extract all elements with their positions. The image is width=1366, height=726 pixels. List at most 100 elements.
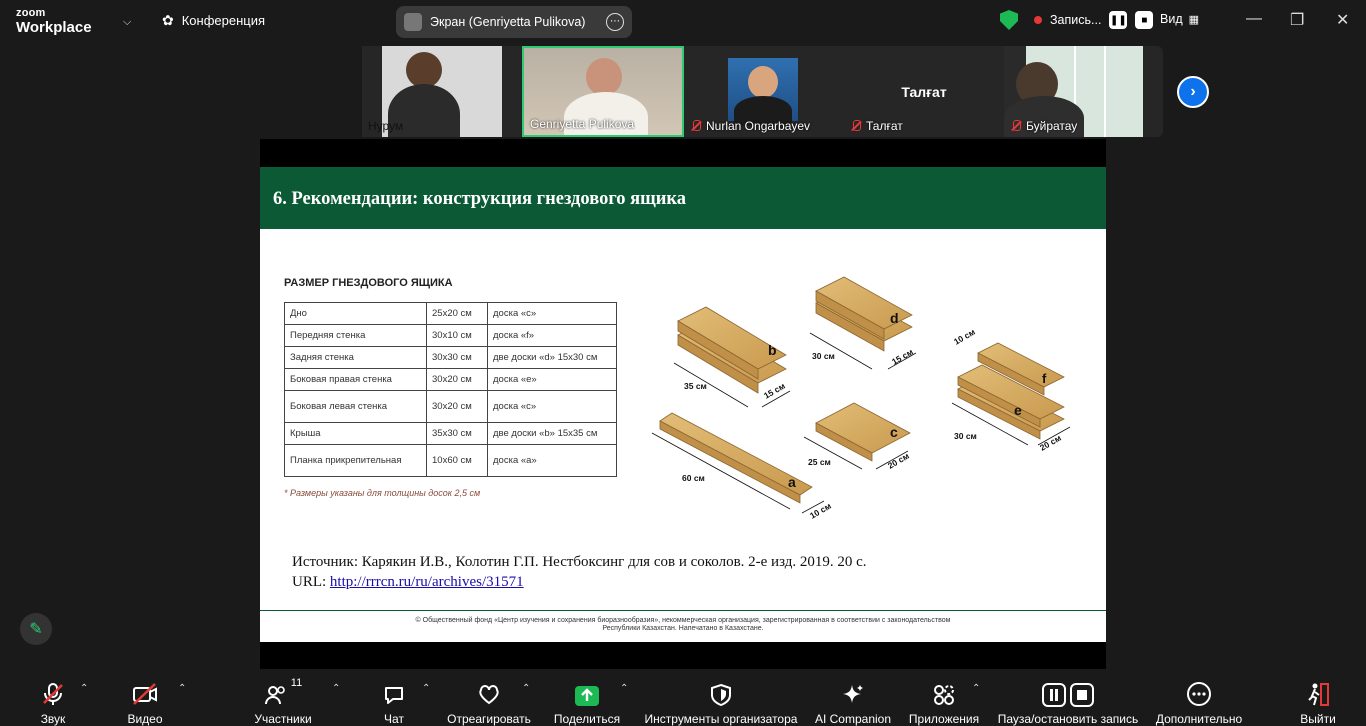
share-caret-icon[interactable]: ⌃ [620,683,628,694]
conference-menu[interactable]: ✿ Конференция [162,12,265,29]
table-row: Планка прикрепительная 10х60 см доска «а» [284,444,617,477]
react-caret-icon[interactable]: ⌃ [522,683,530,694]
next-page-button[interactable]: › [1177,76,1209,108]
chat-button[interactable]: Чат [378,669,410,726]
share-button[interactable]: Поделиться [552,669,622,726]
participant-name: Genriyetta Pulikova [530,117,634,131]
cell: Задняя стенка [284,346,427,369]
react-label: Отреагировать [447,712,531,726]
video-off-icon [131,677,159,707]
dim-b-width: 15 см [762,381,787,401]
cell: доска «е» [487,368,617,391]
table-row: Боковая правая стенка 30х20 см доска «е» [284,368,617,391]
record-controls-button[interactable]: Пауза/остановить запись [996,669,1140,726]
participant-tile-nurlan[interactable]: Nurlan Ongarbayev [684,46,844,137]
participant-strip: Нурум Genriyetta Pulikova Nurlan Ongarba… [362,46,1163,137]
more-icon [1186,677,1212,707]
participant-name-text: Genriyetta Pulikova [530,117,635,131]
minimize-icon[interactable]: — [1246,10,1262,28]
host-tools-button[interactable]: Инструменты организатора [642,669,800,726]
video-caret-icon[interactable]: ⌃ [178,683,186,694]
dim-a-length: 60 см [682,473,705,483]
diagram-label-f: f [1042,371,1047,386]
participant-tile-genriyetta[interactable]: Genriyetta Pulikova [522,46,684,137]
chevron-down-icon[interactable]: ⌵ [123,16,131,29]
title-bar: zoom Workplace ⌵ ✿ Конференция Экран (Ge… [0,0,1366,44]
apps-icon [932,677,956,707]
cell: Дно [284,302,427,325]
leave-label: Выйти [1300,712,1336,726]
legal-line2: Республики Казахстан. Напечатано в Казах… [602,625,764,632]
pause-stop-icon [1042,677,1094,707]
participant-tile-nurum[interactable]: Нурум [362,46,502,137]
mic-muted-icon [850,120,862,132]
paw-icon: ✿ [162,12,174,28]
dim-c-length: 25 см [808,457,831,467]
more-button[interactable]: Дополнительно [1154,669,1244,726]
cell: Крыша [284,422,427,445]
participant-name: Nurlan Ongarbayev [690,119,810,133]
cell: доска «а» [487,444,617,477]
share-screen-icon [574,677,600,707]
conference-label: Конференция [181,13,266,28]
participant-name: Буйратау [1010,119,1077,133]
ai-companion-button[interactable]: AI Companion [812,669,894,726]
apps-label: Приложения [908,712,980,726]
cell: 30х10 см [426,324,488,347]
table-row: Дно 25х20 см доска «с» [284,302,617,325]
heart-icon [477,677,501,707]
cell: 30х30 см [426,346,488,369]
avatar-icon [404,13,422,31]
view-menu[interactable]: Вид ▦ [1160,12,1199,26]
participant-tile-buyratau[interactable]: Буйратау [1004,46,1143,137]
apps-caret-icon[interactable]: ⌃ [972,683,980,694]
person-head [406,52,442,88]
participants-caret-icon[interactable]: ⌃ [332,683,340,694]
security-shield-icon[interactable] [1000,10,1018,30]
cell: Планка прикрепительная [284,444,427,477]
share-label: Поделиться [553,712,621,726]
restore-icon[interactable]: ❐ [1290,10,1304,30]
cell: две доски «d» 15х30 см [487,346,617,369]
person-head [586,58,622,96]
recording-status: Запись... ❚❚ ■ [1000,10,1154,30]
participant-tile-talgat[interactable]: Талғат Талғат [844,46,1004,137]
cell: две доски «b» 15х35 см [487,422,617,445]
nest-box-diagram: b d f e c a 35 см 15 см 30 см 15 см 10 с… [651,276,1071,521]
table-row: Задняя стенка 30х30 см две доски «d» 15х30… [284,346,617,369]
shared-slide: 6. Рекомендации: конструкция гнездового … [260,167,1106,642]
stop-recording-icon[interactable]: ■ [1135,11,1154,29]
chat-caret-icon[interactable]: ⌃ [422,683,430,694]
table-row: Боковая левая стенка 30х20 см доска «с» [284,390,617,423]
view-label: Вид [1160,12,1183,26]
audio-label: Звук [40,712,66,726]
chevron-right-icon: › [1190,83,1196,100]
react-button[interactable]: Отреагировать [444,669,534,726]
cell: 30х20 см [426,368,488,391]
close-icon[interactable]: ✕ [1336,10,1349,30]
audio-button[interactable]: Звук [30,669,76,726]
screen-share-pill[interactable]: Экран (Genriyetta Pulikova) ⋯ [396,6,632,38]
annotate-pen-button[interactable]: ✎ [20,613,52,645]
cell: доска «f» [487,324,617,347]
pause-recording-icon[interactable]: ❚❚ [1109,11,1128,29]
dim-e-length: 30 см [954,431,977,441]
apps-button[interactable]: Приложения [906,669,982,726]
video-button[interactable]: Видео [122,669,168,726]
cell: 10х60 см [426,444,488,477]
participant-name: Талғат [850,119,903,133]
participant-display-name: Талғат [901,84,947,100]
participants-button[interactable]: 11 Участники [250,669,316,726]
participants-label: Участники [254,712,312,726]
more-label: Дополнительно [1155,712,1243,726]
more-options-icon[interactable]: ⋯ [606,13,624,31]
source-link[interactable]: http://rrrcn.ru/ru/archives/31571 [330,574,524,590]
logo-line2: Workplace [16,19,92,36]
diagram-label-e: e [1014,402,1022,418]
leave-button[interactable]: Выйти [1296,669,1340,726]
participant-name: Нурум [368,119,403,133]
audio-caret-icon[interactable]: ⌃ [80,683,88,694]
record-label: Пауза/остановить запись [997,712,1139,726]
mic-muted-icon [40,677,66,707]
table-footnote: * Размеры указаны для толщины досок 2,5 … [284,488,481,498]
